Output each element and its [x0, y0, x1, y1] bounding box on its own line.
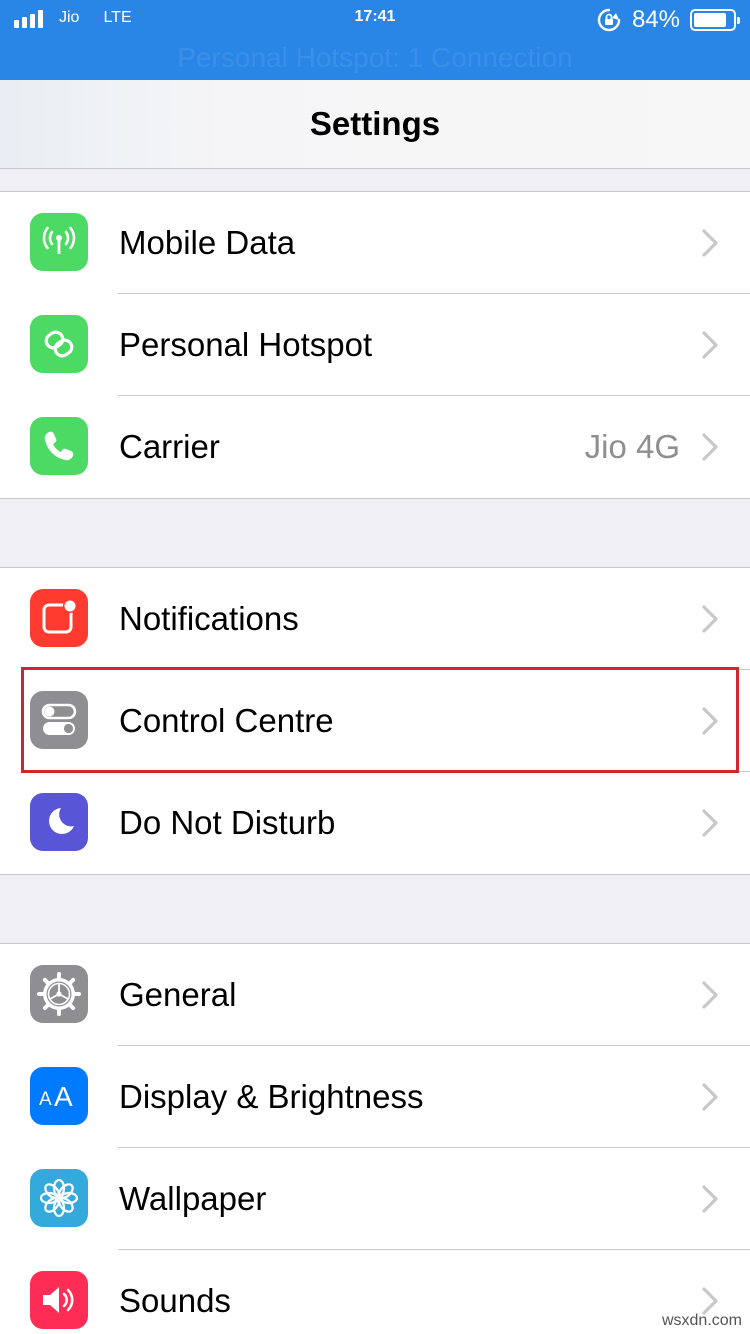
- row-label: Wallpaper: [119, 1180, 267, 1217]
- chevron-right-icon: [702, 809, 718, 837]
- row-label: Sounds: [119, 1282, 231, 1319]
- row-label: Personal Hotspot: [119, 326, 373, 363]
- svg-text:A: A: [54, 1081, 73, 1112]
- row-label: Control Centre: [119, 702, 334, 739]
- settings-group-general: General A A Display & Brightness Wallpap…: [0, 943, 750, 1334]
- row-label: Notifications: [119, 600, 299, 637]
- settings-row-control-centre[interactable]: Control Centre: [0, 669, 750, 772]
- flower-icon: [30, 1169, 88, 1227]
- chevron-right-icon: [702, 605, 718, 633]
- page-title: Settings: [309, 105, 441, 142]
- chevron-right-icon: [702, 331, 718, 359]
- settings-group-network: Mobile Data Personal Hotspot Carrier Jio…: [0, 191, 750, 499]
- chevron-right-icon: [702, 433, 718, 461]
- row-label: General: [119, 976, 237, 1013]
- chevron-right-icon: [702, 981, 718, 1009]
- row-label: Display & Brightness: [119, 1078, 424, 1115]
- status-right: 84%: [596, 6, 740, 34]
- battery-icon: [690, 9, 740, 31]
- text-size-icon: A A: [30, 1067, 88, 1125]
- settings-row-notifications[interactable]: Notifications: [0, 568, 750, 670]
- chevron-right-icon: [702, 229, 718, 257]
- rotation-lock-icon: [597, 8, 621, 32]
- carrier-value: Jio 4G: [584, 428, 680, 465]
- hotspot-link-icon: [30, 315, 88, 373]
- settings-group-notifications: Notifications Control Centre Do Not Dist…: [0, 567, 750, 875]
- hotspot-banner[interactable]: Personal Hotspot: 1 Connection: [0, 42, 750, 74]
- row-label: Mobile Data: [119, 224, 296, 261]
- battery-percent: 84%: [631, 6, 680, 33]
- settings-row-personal-hotspot[interactable]: Personal Hotspot: [0, 293, 750, 396]
- settings-row-sounds[interactable]: Sounds: [0, 1249, 750, 1334]
- svg-text:A: A: [39, 1089, 52, 1110]
- toggles-icon: [30, 691, 88, 749]
- phone-icon: [30, 417, 88, 475]
- navigation-bar: Settings: [0, 80, 750, 169]
- settings-row-mobile-data[interactable]: Mobile Data: [0, 192, 750, 294]
- row-label: Carrier: [119, 428, 220, 465]
- chevron-right-icon: [702, 1083, 718, 1111]
- status-bar: Jio LTE 17:41 84% Personal Hotspot: 1 Co…: [0, 0, 750, 80]
- antenna-icon: [30, 213, 88, 271]
- settings-row-display-brightness[interactable]: A A Display & Brightness: [0, 1045, 750, 1148]
- chevron-right-icon: [702, 707, 718, 735]
- settings-row-carrier[interactable]: Carrier Jio 4G: [0, 395, 750, 498]
- settings-row-general[interactable]: General: [0, 944, 750, 1046]
- moon-icon: [30, 793, 88, 851]
- gear-icon: [30, 965, 88, 1023]
- watermark: wsxdn.com: [661, 1312, 742, 1329]
- notifications-icon: [30, 589, 88, 647]
- speaker-icon: [30, 1271, 88, 1329]
- settings-row-do-not-disturb[interactable]: Do Not Disturb: [0, 771, 750, 874]
- battery-fill: [694, 13, 726, 27]
- chevron-right-icon: [702, 1185, 718, 1213]
- row-label: Do Not Disturb: [119, 804, 336, 841]
- settings-row-wallpaper[interactable]: Wallpaper: [0, 1147, 750, 1250]
